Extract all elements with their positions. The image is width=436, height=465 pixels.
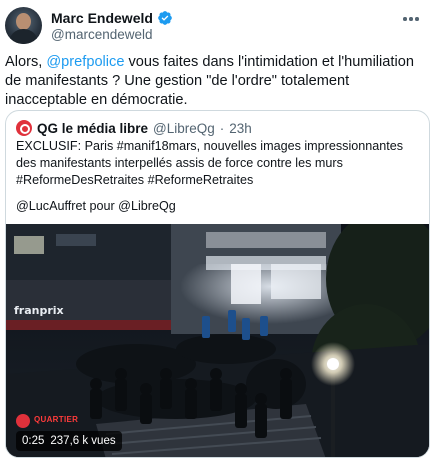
- quoted-tweet-header: QG le média libre @LibreQg · 23h: [16, 119, 252, 137]
- author-avatar[interactable]: [5, 7, 42, 44]
- author-handle[interactable]: @marcendeweld: [51, 27, 153, 42]
- quoted-author-avatar[interactable]: [16, 120, 32, 136]
- storefront-sign: franprix: [14, 304, 64, 317]
- author-name[interactable]: Marc Endeweld: [51, 10, 153, 26]
- quoted-tweet-text: EXCLUSIF: Paris #manif18mars, nouvelles …: [16, 139, 404, 188]
- verified-badge-icon: [158, 11, 172, 25]
- video-duration: 0:25: [22, 435, 45, 447]
- video-stats-badge: 0:25 237,6 k vues: [16, 431, 122, 451]
- quoted-author-handle[interactable]: @LibreQg: [153, 121, 215, 136]
- author-row[interactable]: Marc Endeweld: [51, 9, 173, 27]
- more-options-button[interactable]: [400, 10, 422, 28]
- tweet: Marc Endeweld @marcendeweld Alors, @pref…: [0, 0, 436, 465]
- quoted-timestamp[interactable]: 23h: [229, 121, 252, 136]
- avatar-body: [9, 29, 38, 44]
- tweet-text: Alors, @prefpolice vous faites dans l'in…: [5, 53, 425, 110]
- video-watermark: QUARTIER: [34, 415, 79, 424]
- video-views: 237,6 k vues: [50, 435, 116, 447]
- separator-dot: ·: [219, 120, 225, 136]
- channel-logo-icon: [16, 414, 30, 428]
- video-player[interactable]: franprix QUARTIER 0:25 237,6 k vues: [6, 224, 429, 457]
- quoted-tweet[interactable]: QG le média libre @LibreQg · 23h EXCLUSI…: [5, 110, 430, 458]
- dot-icon: [403, 17, 407, 21]
- quoted-tweet-credit: @LucAuffret pour @LibreQg: [16, 199, 176, 213]
- tweet-text-start: Alors,: [5, 54, 47, 70]
- avatar-face: [16, 13, 31, 30]
- dot-icon: [415, 17, 419, 21]
- quoted-author-name[interactable]: QG le média libre: [37, 121, 148, 136]
- dot-icon: [409, 17, 413, 21]
- mention-link[interactable]: @prefpolice: [46, 54, 124, 70]
